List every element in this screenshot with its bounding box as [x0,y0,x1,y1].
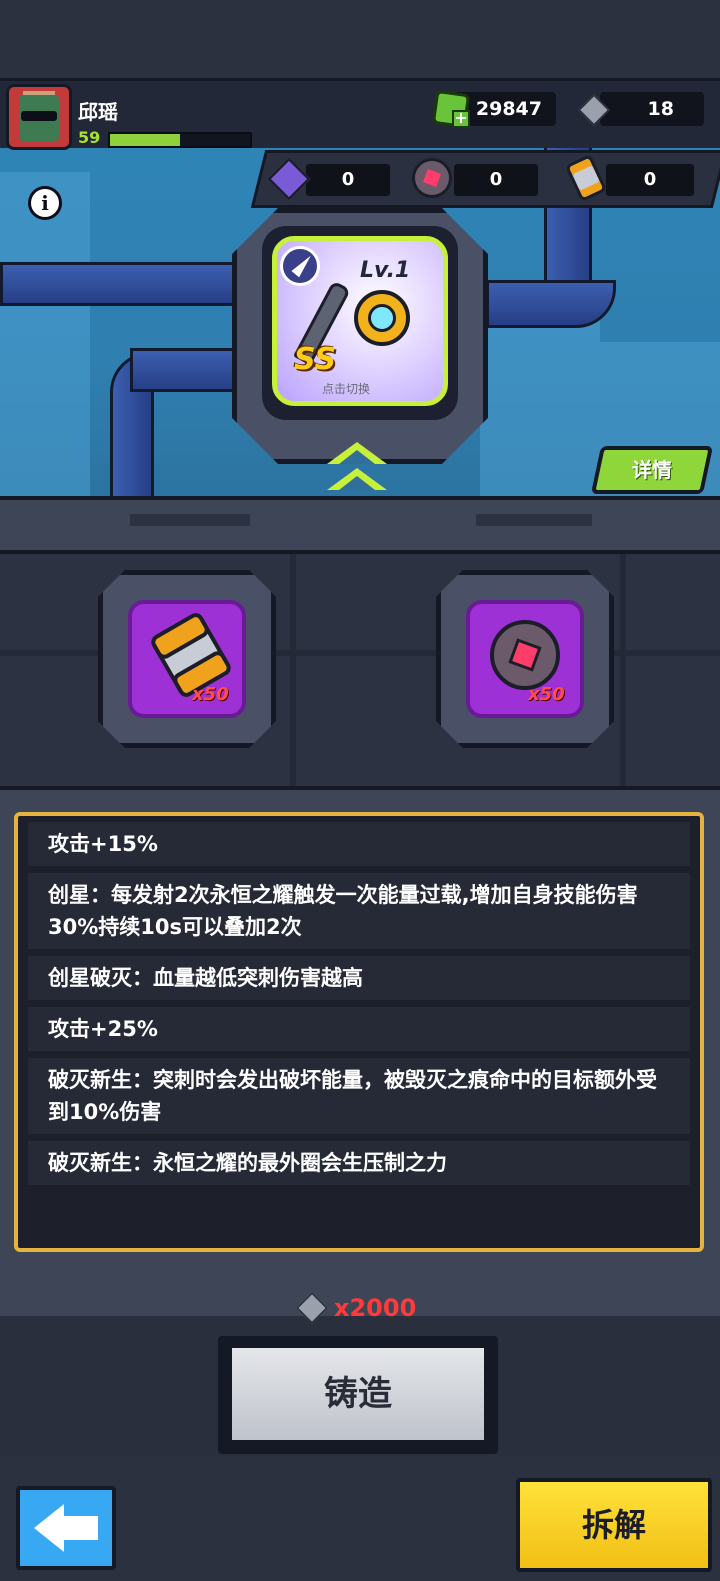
floor-band [0,496,720,554]
back-button[interactable] [16,1486,116,1570]
effect-line: 破灭新生：永恒之耀的最外圈会生压制之力 [28,1141,690,1185]
material-count: 0 [489,169,503,190]
upgrade-chevron-icon [326,442,388,490]
item-grade: SS [294,342,337,377]
player-name: 邱瑶 [78,100,118,124]
material-box: 0 [454,164,538,196]
item-switch-caption: 点击切换 [322,382,371,396]
gear-icon [354,290,410,346]
effect-line: 创星破灭：血量越低突刺伤害越高 [28,956,690,1000]
xp-bar [108,132,252,148]
effects-panel: 攻击+15% 创星：每发射2次永恒之耀触发一次能量过载,增加自身技能伤害30%持… [14,812,704,1252]
pipe [130,348,240,392]
info-icon[interactable]: i [28,186,62,220]
material-count: 0 [341,169,355,190]
detail-button[interactable]: 详情 [590,446,714,494]
item-level: Lv.1 [360,258,411,283]
effect-line: 破灭新生：突刺时会发出破坏能量，被毁灭之痕命中的目标额外受到10%伤害 [28,1058,690,1134]
forge-cost: x2000 [334,1294,417,1322]
add-gem-icon[interactable]: + [452,110,470,128]
dismantle-button[interactable]: 拆解 [516,1478,712,1572]
compass-icon [280,246,320,286]
player-level: 59 [78,128,101,147]
background-building [0,172,90,552]
forge-button[interactable]: 铸造 [228,1344,488,1444]
red-orb-icon [490,620,560,690]
red-orb-icon [412,158,452,198]
effect-line: 攻击+25% [28,1007,690,1051]
slot-quantity: x50 [192,684,229,705]
cube-counter: 18 [600,92,704,126]
pipe [486,280,616,328]
top-strip [0,0,720,82]
back-arrow-icon [34,1504,64,1552]
material-box: 0 [606,164,694,196]
material-box: 0 [306,164,390,196]
effect-line: 攻击+15% [28,822,690,866]
cube-count: 18 [647,98,674,120]
material-count: 0 [643,169,657,190]
effect-line: 创星：每发射2次永恒之耀触发一次能量过载,增加自身技能伤害30%持续10s可以叠… [28,873,690,949]
avatar[interactable] [6,84,72,150]
slot-quantity: x50 [528,684,565,705]
pipe [0,262,240,306]
